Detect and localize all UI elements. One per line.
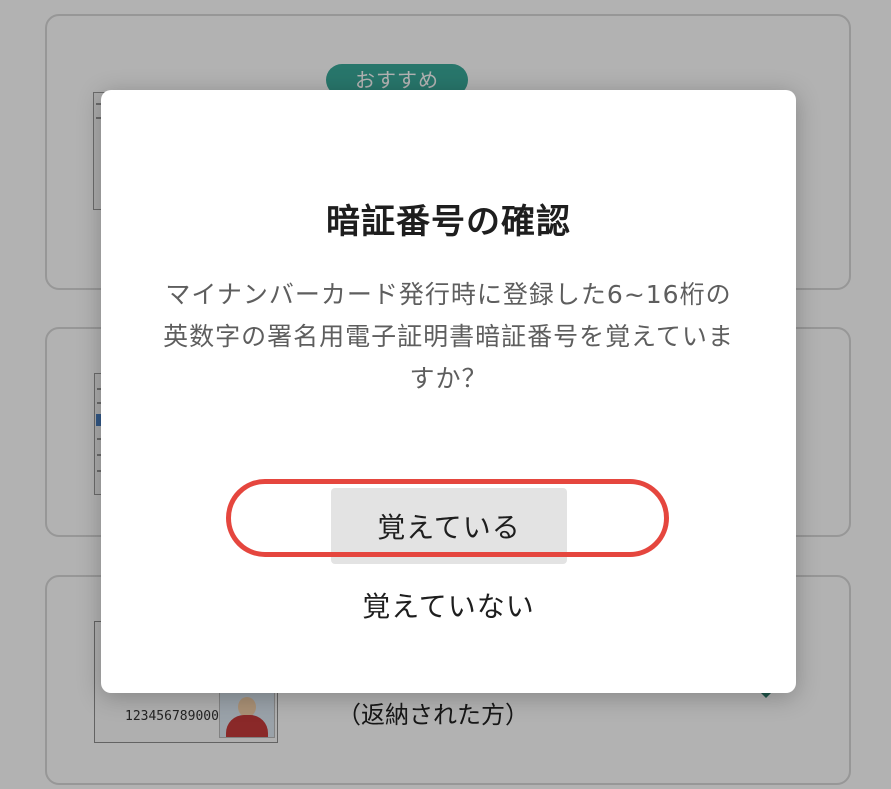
remember-button[interactable]: 覚えている [331,488,567,564]
dialog-message: マイナンバーカード発行時に登録した6~16桁の英数字の署名用電子証明書暗証番号を… [163,280,734,393]
dialog-title: 暗証番号の確認 [326,202,571,242]
dont-remember-button[interactable]: 覚えていない [301,580,596,630]
pin-confirmation-dialog: 暗証番号の確認 マイナンバーカード発行時に登録した6~16桁の英数字の署名用電子… [101,90,796,693]
